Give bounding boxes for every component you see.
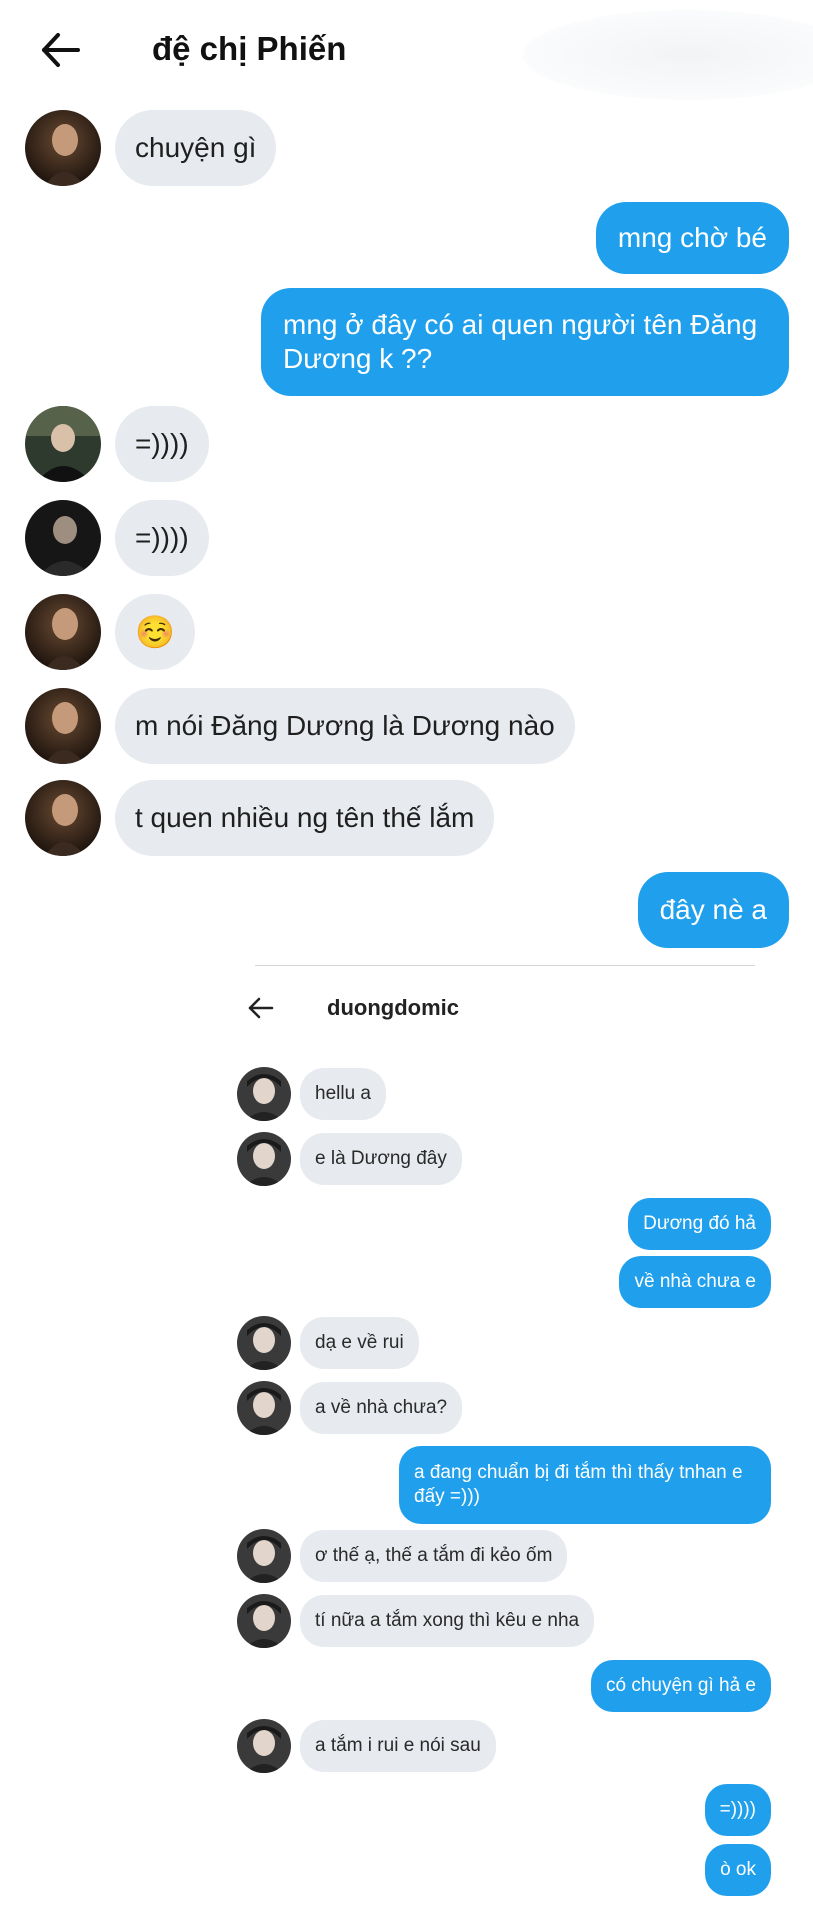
message-bubble-incoming: hellu a [300,1068,386,1120]
chat-title: đệ chị Phiến [152,30,347,67]
message-bubble-incoming[interactable]: =)))) [115,500,209,576]
message-bubble-incoming[interactable]: t quen nhiều ng tên thế lắm [115,780,495,856]
arrow-left-icon [248,997,274,1019]
header-background-shade [523,10,813,100]
message-bubble-incoming: a về nhà chưa? [300,1382,463,1434]
message-bubble-outgoing: có chuyện gì hả e [591,1660,771,1712]
screenshot-top-divider [255,965,755,966]
message-bubble-incoming: tí nữa a tắm xong thì kêu e nha [300,1595,595,1647]
message-bubble-outgoing: =)))) [704,1784,771,1836]
avatar[interactable] [25,406,101,482]
back-button[interactable] [38,30,84,70]
message-bubble-incoming: dạ e về rui [300,1317,419,1369]
embedded-chat-title: duongdomic [327,995,459,1020]
message-bubble-incoming: a tắm i rui e nói sau [300,1720,496,1772]
avatar [237,1067,291,1121]
avatar[interactable] [25,594,101,670]
avatar[interactable] [25,780,101,856]
message-bubble-incoming[interactable]: =)))) [115,406,209,482]
avatar [237,1316,291,1370]
message-bubble-outgoing: a đang chuẩn bị đi tắm thì thấy tnhan e … [399,1446,771,1524]
avatar [237,1594,291,1648]
message-bubble-outgoing: ò ok [705,1844,771,1896]
message-bubble-outgoing[interactable]: mng chờ bé [595,202,789,274]
message-bubble-incoming[interactable]: chuyện gì [115,110,277,186]
message-bubble-outgoing[interactable]: đây nè a [637,872,789,948]
message-bubble-incoming[interactable]: ☺️ [115,594,195,670]
message-bubble-outgoing: Dương đó hả [628,1198,771,1250]
avatar[interactable] [25,688,101,764]
avatar [237,1381,291,1435]
message-bubble-outgoing: về nhà chưa e [619,1256,771,1308]
avatar[interactable] [25,500,101,576]
message-bubble-incoming: e là Dương đây [300,1133,462,1185]
message-bubble-incoming: ơ thế ạ, thế a tắm đi kẻo ốm [300,1530,568,1582]
avatar[interactable] [25,110,101,186]
avatar [237,1529,291,1583]
avatar [237,1132,291,1186]
arrow-left-icon [42,33,80,67]
avatar [237,1719,291,1773]
message-bubble-incoming[interactable]: m nói Đăng Dương là Dương nào [115,688,575,764]
embedded-back-button [246,995,276,1021]
message-bubble-outgoing[interactable]: mng ở đây có ai quen người tên Đăng Dươn… [261,288,789,396]
